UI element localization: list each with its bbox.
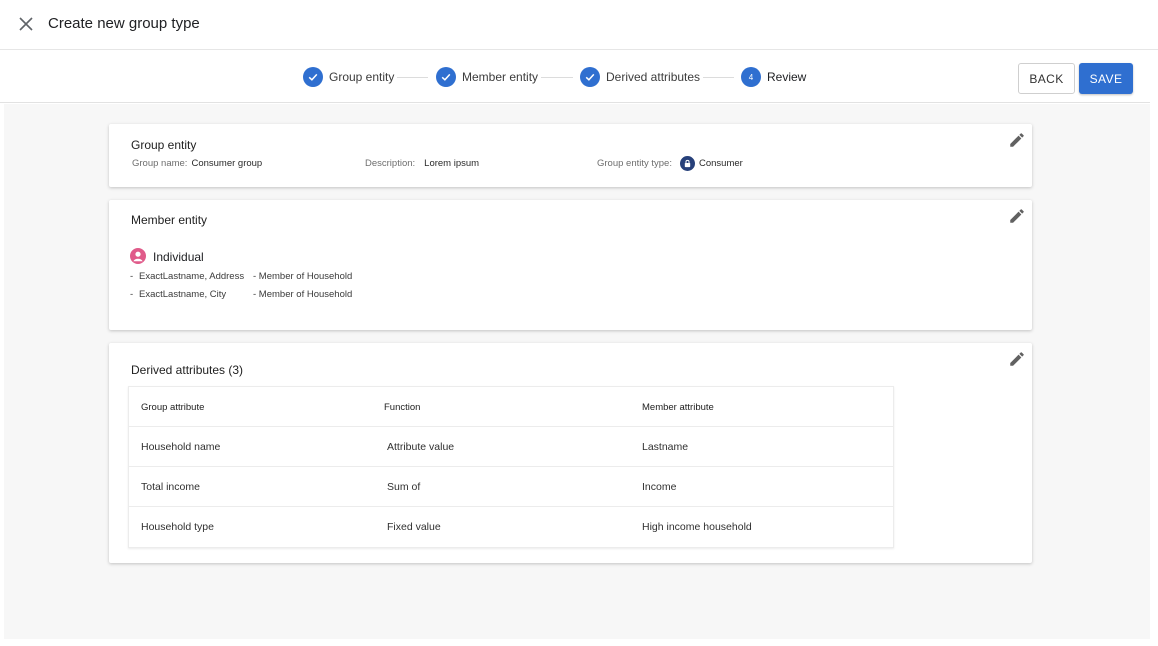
step-derived-attributes[interactable]: Derived attributes (580, 67, 700, 87)
step-group-entity[interactable]: Group entity (303, 67, 394, 87)
individual-label: Individual (153, 250, 204, 264)
table-cell: Lastname (642, 441, 689, 453)
pencil-icon[interactable] (1008, 350, 1026, 368)
step-connector (397, 77, 428, 78)
step-connector (703, 77, 734, 78)
step-member-entity[interactable]: Member entity (436, 67, 538, 87)
table-header-row: Group attribute Function Member attribut… (129, 387, 893, 427)
check-icon (436, 67, 456, 87)
group-entity-card: Group entity Group name: Consumer group … (109, 124, 1032, 187)
group-entity-type-field: Group entity type: Consumer (597, 155, 743, 171)
card-title: Member entity (131, 213, 208, 227)
review-content: Group entity Group name: Consumer group … (4, 104, 1150, 639)
group-name-label: Group name: (132, 158, 188, 169)
person-icon (130, 248, 146, 264)
description-value: Lorem ipsum (424, 158, 480, 169)
title-bar: Create new group type (0, 0, 1158, 50)
column-header: Group attribute (141, 401, 205, 413)
stepper-bar: Group entity Member entity Derived attri… (0, 51, 1150, 103)
rule-match: ExactLastname, Address (139, 271, 245, 282)
close-icon[interactable] (16, 14, 36, 34)
step-number: 4 (748, 72, 754, 82)
description-label: Description: (365, 158, 416, 169)
group-name-value: Consumer group (191, 158, 263, 169)
table-row[interactable]: Total income Sum of Income (129, 467, 893, 507)
derived-attributes-table: Group attribute Function Member attribut… (128, 386, 894, 548)
pencil-icon[interactable] (1008, 207, 1026, 225)
card-title: Group entity (131, 138, 197, 152)
step-number-badge: 4 (741, 67, 761, 87)
step-label: Member entity (462, 70, 539, 84)
column-header: Member attribute (642, 401, 714, 413)
rule-dash: - (130, 271, 134, 282)
member-entity-card: Member entity Individual - ExactLastname… (109, 200, 1032, 330)
group-entity-type-label: Group entity type: (597, 157, 672, 169)
rule-match: ExactLastname, City (139, 289, 227, 300)
table-cell: Sum of (387, 481, 421, 493)
table-cell: Income (642, 481, 677, 493)
description-field: Description: Lorem ipsum (365, 158, 479, 169)
page-title: Create new group type (48, 15, 200, 32)
pencil-icon[interactable] (1008, 131, 1026, 149)
step-label: Group entity (329, 70, 395, 84)
step-label: Derived attributes (606, 70, 701, 84)
table-row[interactable]: Household type Fixed value High income h… (129, 507, 893, 547)
step-label: Review (767, 70, 807, 84)
group-entity-type-value: Consumer (698, 157, 743, 169)
card-title: Derived attributes (3) (131, 363, 244, 377)
rule-dash: - (130, 289, 134, 300)
save-button[interactable]: SAVE (1079, 63, 1133, 94)
rule-relation: - Member of Household (253, 289, 353, 300)
derived-attributes-card: Derived attributes (3) Group attribute F… (109, 343, 1032, 563)
table-cell: Attribute value (387, 441, 455, 453)
group-name-field: Group name: Consumer group (132, 158, 262, 169)
table-cell: High income household (642, 521, 752, 533)
step-connector (541, 77, 573, 78)
check-icon (303, 67, 323, 87)
step-review[interactable]: 4 Review (741, 67, 806, 87)
table-cell: Fixed value (387, 521, 441, 533)
rule-relation: - Member of Household (253, 271, 353, 282)
table-cell: Household type (141, 521, 214, 533)
table-cell: Household name (141, 441, 221, 453)
lock-icon (679, 155, 695, 171)
table-cell: Total income (141, 481, 200, 493)
table-row[interactable]: Household name Attribute value Lastname (129, 427, 893, 467)
check-icon (580, 67, 600, 87)
column-header: Function (384, 401, 421, 413)
back-button[interactable]: BACK (1018, 63, 1075, 94)
